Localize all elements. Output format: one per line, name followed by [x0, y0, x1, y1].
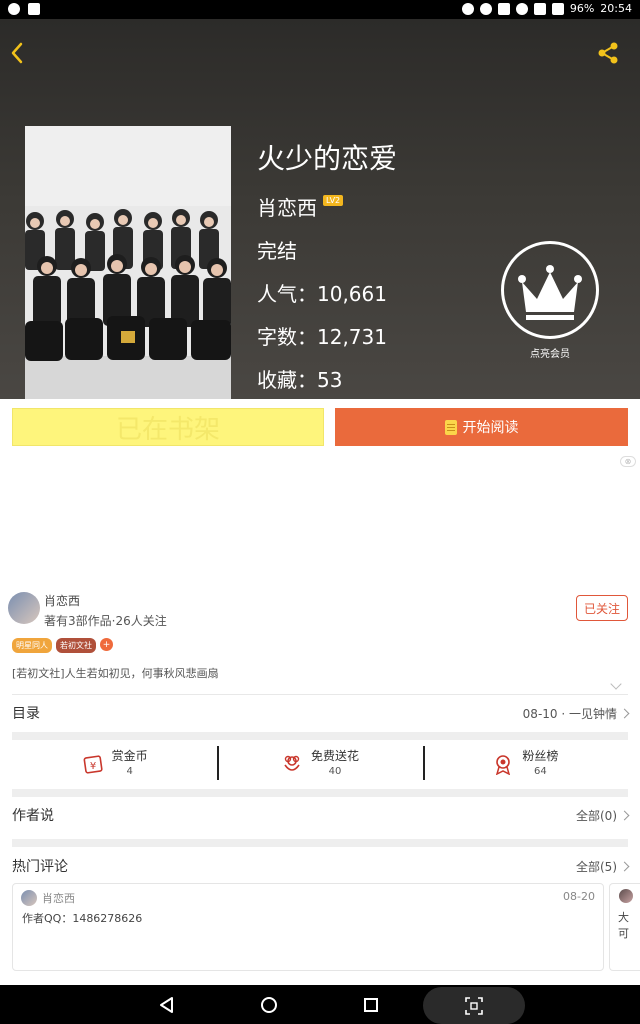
section-separator: [12, 732, 628, 740]
notification-icon: [8, 3, 20, 15]
comment-card[interactable]: 肖恋西 08-20 作者QQ：1486278626: [12, 883, 604, 971]
reward-stats: ¥ 赏金币 4 免费送花 40 粉丝榜 64: [12, 744, 628, 784]
data-saver-icon: [461, 3, 474, 15]
location-icon: [479, 3, 492, 15]
hot-comments-count: 全部(5): [576, 859, 617, 874]
stat-label: 粉丝榜: [522, 749, 559, 763]
book-cover[interactable]: [25, 126, 231, 399]
crown-icon: [501, 241, 599, 339]
home-circle-icon[interactable]: [257, 993, 281, 1017]
status-bar: 96% 20:54: [0, 0, 640, 19]
avatar: [619, 889, 633, 903]
book-status: 完结: [257, 239, 297, 263]
author-says-count: 全部(0): [576, 808, 617, 823]
on-shelf-button[interactable]: 已在书架: [12, 408, 324, 446]
followed-button[interactable]: 已关注: [576, 595, 628, 621]
vip-button[interactable]: 点亮会员: [501, 241, 599, 381]
vibrate-icon: [497, 3, 510, 15]
image-notification-icon: [28, 3, 40, 15]
system-nav-bar: [0, 985, 640, 1024]
comment-date: 08-20: [563, 890, 595, 903]
tag-item[interactable]: 若初文社: [56, 638, 96, 653]
book-title: 火少的恋爱: [257, 142, 398, 175]
author-card-subtitle: 著有3部作品·26人关注: [44, 614, 167, 628]
airplane-icon: [533, 3, 546, 15]
author-says-label: 作者说: [12, 808, 54, 824]
add-tag-button[interactable]: +: [100, 638, 113, 651]
coin-icon: ¥: [83, 755, 103, 774]
author-card-name[interactable]: 肖恋西: [44, 592, 80, 609]
svg-text:¥: ¥: [89, 761, 95, 772]
book-intro: [若初文社]人生若如初见，何事秋风悲画扇: [12, 667, 219, 680]
book-favorites: 收藏：53: [257, 368, 343, 392]
tag-list: 明星同人 若初文社 +: [12, 638, 113, 653]
stat-count: 40: [328, 766, 342, 777]
hot-comments-label: 热门评论: [12, 859, 68, 875]
catalog-label: 目录: [12, 706, 40, 722]
comment-author[interactable]: 肖恋西: [42, 890, 75, 906]
author-name: 肖恋西: [257, 196, 317, 220]
avatar[interactable]: [8, 592, 40, 624]
clock: 20:54: [600, 2, 632, 15]
latest-chapter: 08-10 · 一见钟情: [522, 706, 617, 721]
stat-label: 免费送花: [310, 749, 359, 763]
chevron-down-icon[interactable]: [610, 678, 622, 690]
book-header: 火少的恋爱 肖恋西 LV2 完结 人气：10,661 字数：12,731 收藏：…: [0, 19, 640, 399]
author-says-row[interactable]: 作者说 全部(0): [12, 795, 630, 835]
medal-icon: [496, 755, 511, 775]
recents-square-icon[interactable]: [359, 993, 383, 1017]
fan-ranking-button[interactable]: 粉丝榜 64: [422, 744, 628, 784]
comment-text: 大 可: [618, 911, 629, 940]
ad-close-icon[interactable]: ⊗: [620, 456, 636, 467]
action-bar: 已在书架 开始阅读: [0, 399, 640, 454]
battery-icon: [551, 3, 564, 15]
chevron-right-icon: [619, 810, 630, 820]
chevron-right-icon: [619, 861, 630, 871]
tag-item[interactable]: 明星同人: [12, 638, 52, 653]
avatar[interactable]: [21, 890, 37, 906]
book-icon: [444, 419, 457, 435]
stat-count: 4: [126, 766, 133, 777]
level-badge: LV2: [323, 195, 344, 206]
battery-percent: 96%: [569, 2, 595, 15]
stat-count: 64: [533, 766, 547, 777]
chevron-right-icon: [619, 708, 630, 718]
wifi-icon: [515, 3, 528, 15]
book-word-count: 字数：12,731: [257, 325, 387, 349]
book-author[interactable]: 肖恋西 LV2: [257, 192, 344, 221]
group-photo-image: [25, 209, 231, 361]
ad-banner: ⊗: [0, 454, 640, 587]
author-card: 肖恋西 著有3部作品·26人关注 已关注 明星同人 若初文社 + [若初文社]人…: [0, 587, 640, 692]
vip-label: 点亮会员: [530, 349, 570, 360]
share-icon[interactable]: [596, 41, 620, 65]
reward-coins-button[interactable]: ¥ 赏金币 4: [12, 744, 217, 784]
comment-text: 作者QQ：1486278626: [22, 912, 143, 925]
capture-icon: [465, 997, 483, 1015]
stat-label: 赏金币: [111, 749, 148, 763]
flower-icon: [284, 755, 300, 771]
comment-card[interactable]: 大 可: [609, 883, 640, 971]
start-reading-label: 开始阅读: [462, 420, 519, 436]
back-triangle-icon[interactable]: [155, 993, 179, 1017]
screen-capture-button[interactable]: [423, 987, 525, 1024]
catalog-row[interactable]: 目录 08-10 · 一见钟情: [12, 693, 630, 733]
send-flowers-button[interactable]: 免费送花 40: [217, 744, 422, 784]
start-reading-button[interactable]: 开始阅读: [335, 408, 628, 446]
hot-comments-row[interactable]: 热门评论 全部(5): [12, 846, 630, 886]
book-popularity: 人气：10,661: [257, 282, 387, 306]
back-icon[interactable]: [6, 39, 30, 67]
